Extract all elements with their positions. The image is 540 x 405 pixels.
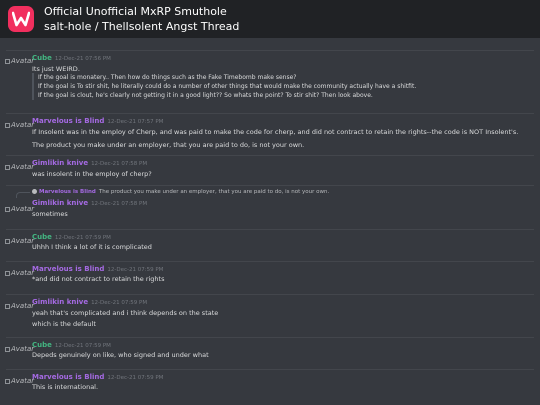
author-name[interactable]: Marvelous is Blind 12-Dec-21 07:59 PM: [32, 373, 163, 381]
author-name[interactable]: Cube 12-Dec-21 07:59 PM: [32, 233, 111, 241]
message-text: was insolent in the employ of cherp?: [32, 170, 152, 178]
channel-path: salt-hole / ThelIsolent Angst Thread: [44, 20, 240, 33]
avatar[interactable]: Avatar: [5, 302, 34, 310]
avatar[interactable]: Avatar: [5, 345, 34, 353]
divider: [6, 261, 534, 262]
message-text: yeah that's complicated and i think depe…: [32, 309, 219, 317]
broken-image-icon: [5, 270, 10, 276]
author-name[interactable]: Gimlikin knive 12-Dec-21 07:59 PM: [32, 298, 147, 306]
timestamp: 12-Dec-21 07:59 PM: [107, 267, 164, 273]
avatar-alt: Avatar: [11, 377, 35, 385]
divider: [6, 155, 534, 156]
divider: [6, 113, 534, 114]
author-label: Marvelous is Blind: [32, 117, 105, 125]
broken-image-icon: [5, 346, 10, 352]
divider: [6, 229, 534, 230]
message-text: Uhhh I think a lot of it is complicated: [32, 243, 152, 251]
avatar-alt: Avatar: [11, 302, 35, 310]
blockquote: If the goal is monatery.. Then how do th…: [32, 73, 416, 100]
avatar[interactable]: Avatar: [5, 121, 34, 129]
message-text: The product you make under an employer, …: [32, 141, 305, 149]
author-name[interactable]: Marvelous is Blind 12-Dec-21 07:59 PM: [32, 265, 163, 273]
author-label: Gimlikin knive: [32, 199, 89, 207]
message-text: Depeds genuinely on like, who signed and…: [32, 351, 209, 359]
avatar-alt: Avatar: [11, 163, 35, 171]
quote-line: If the goal is To stir shit, he literall…: [38, 83, 417, 90]
broken-image-icon: [5, 58, 10, 64]
broken-image-icon: [5, 378, 10, 384]
avatar-alt: Avatar: [11, 121, 35, 129]
message-text: Its just WEIRD.: [32, 65, 80, 73]
author-label: Marvelous is Blind: [32, 373, 105, 381]
message-text: which is the default: [32, 320, 96, 328]
message-text: sometimes: [32, 210, 68, 218]
author-label: Gimlikin knive: [32, 159, 89, 167]
author-name[interactable]: Gimlikin knive 12-Dec-21 07:58 PM: [32, 159, 147, 167]
avatar[interactable]: Avatar: [5, 269, 34, 277]
server-name: Official Unofficial MxRP Smuthole: [44, 5, 227, 18]
timestamp: 12-Dec-21 07:57 PM: [107, 119, 164, 125]
avatar[interactable]: Avatar: [5, 57, 34, 65]
avatar-alt: Avatar: [11, 205, 35, 213]
divider: [6, 369, 534, 370]
message-text: *and did not contract to retain the righ…: [32, 275, 165, 283]
timestamp: 12-Dec-21 07:58 PM: [91, 161, 148, 167]
divider: [6, 50, 534, 51]
avatar-alt: Avatar: [11, 269, 35, 277]
reply-reference[interactable]: Marvelous is Blind The product you make u…: [32, 189, 329, 195]
divider: [6, 185, 534, 186]
timestamp: 12-Dec-21 07:56 PM: [54, 56, 111, 62]
broken-image-icon: [5, 238, 10, 244]
author-label: Cube: [32, 233, 52, 241]
author-label: Cube: [32, 54, 52, 62]
server-icon[interactable]: [8, 6, 34, 32]
divider: [6, 337, 534, 338]
author-name[interactable]: Cube 12-Dec-21 07:56 PM: [32, 54, 111, 62]
timestamp: 12-Dec-21 07:59 PM: [91, 300, 148, 306]
broken-image-icon: [5, 122, 10, 128]
avatar[interactable]: Avatar: [5, 205, 34, 213]
author-name[interactable]: Marvelous is Blind 12-Dec-21 07:57 PM: [32, 117, 163, 125]
divider: [6, 294, 534, 295]
quote-line: If the goal is clout, he's clearly not g…: [38, 92, 373, 99]
author-label: Marvelous is Blind: [32, 265, 105, 273]
author-label: Cube: [32, 341, 52, 349]
avatar-alt: Avatar: [11, 345, 35, 353]
reply-text: The product you make under an employer, …: [98, 189, 330, 195]
timestamp: 12-Dec-21 07:58 PM: [91, 201, 148, 207]
broken-image-icon: [5, 164, 10, 170]
broken-image-icon: [5, 206, 10, 212]
reply-author: Marvelous is Blind: [39, 189, 96, 195]
avatar[interactable]: Avatar: [5, 377, 34, 385]
reply-spine: [16, 192, 30, 198]
quote-line: If the goal is monatery.. Then how do th…: [38, 74, 297, 81]
w-logo-icon: [12, 11, 30, 27]
reply-avatar: [32, 189, 37, 194]
timestamp: 12-Dec-21 07:59 PM: [54, 235, 111, 241]
message-text: If Insolent was in the employ of Cherp, …: [32, 128, 519, 136]
timestamp: 12-Dec-21 07:59 PM: [54, 343, 111, 349]
author-name[interactable]: Gimlikin knive 12-Dec-21 07:58 PM: [32, 199, 147, 207]
avatar[interactable]: Avatar: [5, 237, 34, 245]
avatar-alt: Avatar: [11, 57, 35, 65]
avatar[interactable]: Avatar: [5, 163, 34, 171]
message-text: This is international.: [32, 383, 99, 391]
channel-header: Official Unofficial MxRP Smuthole salt-h…: [0, 0, 540, 38]
avatar-alt: Avatar: [11, 237, 35, 245]
timestamp: 12-Dec-21 07:59 PM: [107, 375, 164, 381]
author-name[interactable]: Cube 12-Dec-21 07:59 PM: [32, 341, 111, 349]
author-label: Gimlikin knive: [32, 298, 89, 306]
broken-image-icon: [5, 303, 10, 309]
